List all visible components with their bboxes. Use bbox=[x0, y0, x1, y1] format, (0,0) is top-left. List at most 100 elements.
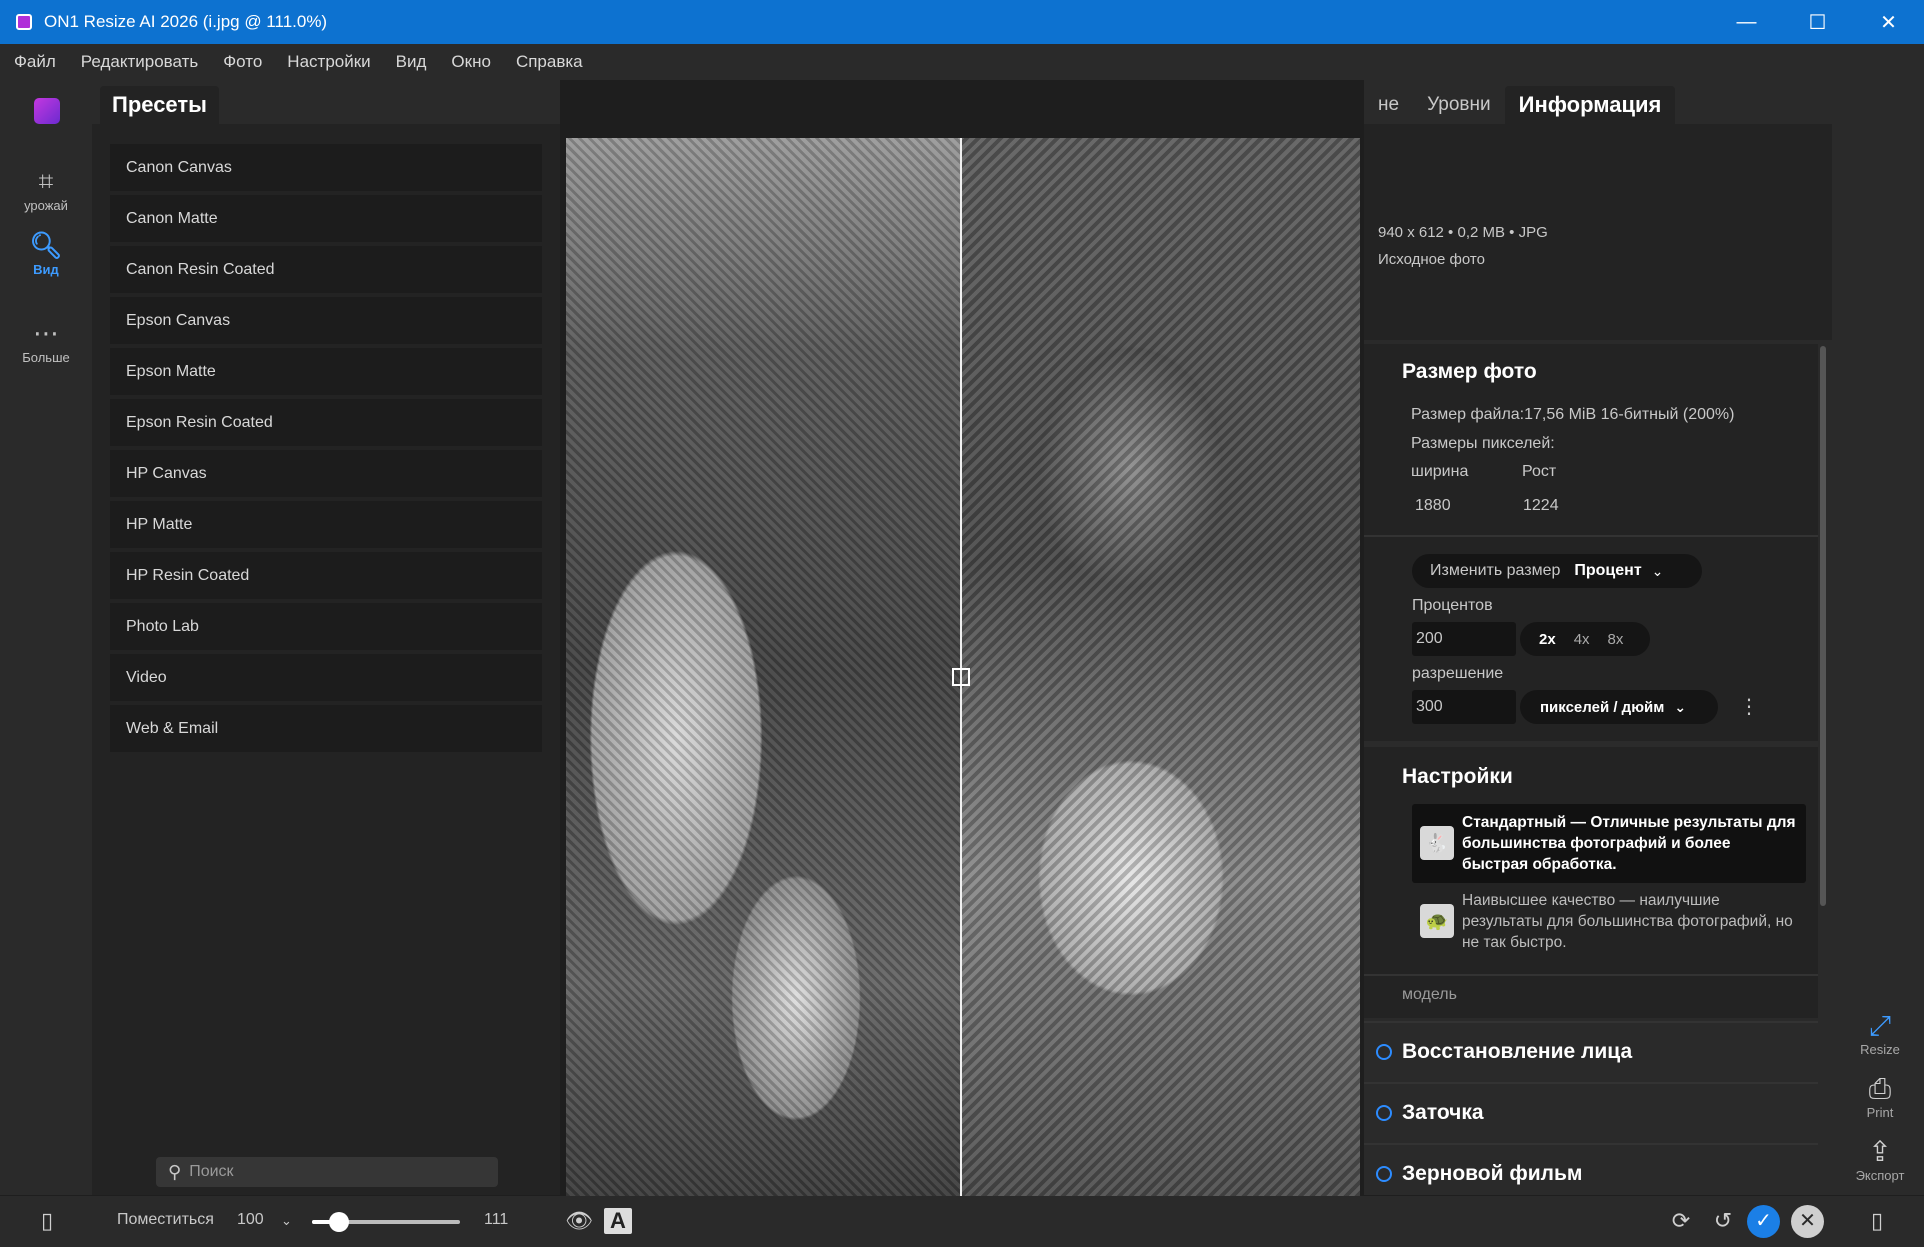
sharpening-section[interactable]: Заточка bbox=[1364, 1082, 1818, 1142]
resized-photo-half bbox=[961, 138, 1360, 1196]
undo-icon[interactable]: ↺ bbox=[1708, 1206, 1738, 1236]
resize-module[interactable]: ⤢ Resize bbox=[1836, 1010, 1924, 1057]
minimize-button[interactable]: — bbox=[1711, 0, 1782, 44]
resize-mode-dropdown[interactable]: Изменить размер Процент ⌄ bbox=[1412, 554, 1702, 588]
multiplier-2x[interactable]: 2x bbox=[1539, 631, 1556, 648]
scrollbar-thumb[interactable] bbox=[1820, 346, 1826, 906]
multiplier-8x[interactable]: 8x bbox=[1608, 631, 1624, 648]
more-options-icon[interactable]: ⋮ bbox=[1739, 694, 1759, 719]
standard-mode-option[interactable]: 🐇 Стандартный — Отличные результаты для … bbox=[1412, 804, 1806, 883]
rabbit-icon: 🐇 bbox=[1420, 826, 1454, 860]
preset-item[interactable]: Canon Resin Coated bbox=[110, 246, 542, 293]
view-tool[interactable]: 🔍︎ Вид bbox=[0, 230, 92, 277]
preset-item[interactable]: Epson Matte bbox=[110, 348, 542, 395]
image-source: Исходное фото bbox=[1378, 251, 1485, 268]
image-canvas[interactable] bbox=[566, 138, 1360, 1196]
resolution-input[interactable]: 300 bbox=[1412, 690, 1516, 724]
eye-preview-icon[interactable]: 👁 bbox=[564, 1206, 594, 1236]
export-icon: ⇪ bbox=[1868, 1136, 1892, 1167]
toggle-circle-icon[interactable] bbox=[1376, 1166, 1392, 1182]
close-window-button[interactable]: ✕ bbox=[1853, 0, 1924, 44]
multiplier-4x[interactable]: 4x bbox=[1574, 631, 1590, 648]
title-bar: ON1 Resize AI 2026 (i.jpg @ 111.0%) — ☐ … bbox=[0, 0, 1924, 44]
resolution-unit-value: пикселей / дюйм bbox=[1540, 698, 1665, 716]
menu-photo[interactable]: Фото bbox=[223, 52, 262, 72]
file-size-text: Размер файла:17,56 MiB 16-битный (200%) bbox=[1411, 406, 1735, 423]
tab-navigator[interactable]: не bbox=[1364, 86, 1413, 124]
menu-help[interactable]: Справка bbox=[516, 52, 583, 72]
fit-button[interactable]: Поместиться bbox=[117, 1211, 214, 1229]
module-rail: ⤢ Resize ⎙ Print ⇪ Экспорт bbox=[1836, 80, 1924, 1195]
film-grain-label: Зерновой фильм bbox=[1402, 1162, 1583, 1185]
face-recovery-section[interactable]: Восстановление лица bbox=[1364, 1021, 1818, 1081]
preset-item[interactable]: HP Canvas bbox=[110, 450, 542, 497]
presets-tab[interactable]: Пресеты bbox=[100, 86, 219, 124]
presets-box: Canon Canvas Canon Matte Canon Resin Coa… bbox=[92, 124, 560, 1195]
preset-item[interactable]: Epson Canvas bbox=[110, 297, 542, 344]
model-label: модель bbox=[1402, 986, 1457, 1003]
print-module[interactable]: ⎙ Print bbox=[1836, 1073, 1924, 1120]
print-module-label: Print bbox=[1866, 1105, 1894, 1120]
menu-window[interactable]: Окно bbox=[451, 52, 491, 72]
toggle-right-panel-icon[interactable]: ▯ bbox=[1862, 1206, 1892, 1236]
comparison-split-line[interactable] bbox=[960, 138, 962, 1196]
split-handle[interactable] bbox=[952, 668, 970, 686]
toggle-circle-icon[interactable] bbox=[1376, 1105, 1392, 1121]
chevron-down-icon: ⌄ bbox=[1674, 698, 1687, 715]
crop-icon: ⌗ bbox=[38, 166, 54, 196]
bottom-bar: ▯ Поместиться 100 ⌄ 111 👁 A ⟳ ↺ ✓ ✕ ▯ bbox=[0, 1196, 1924, 1247]
preset-search-input[interactable]: ⚲ Поиск bbox=[156, 1157, 498, 1187]
film-grain-section[interactable]: Зерновой фильм bbox=[1364, 1143, 1818, 1203]
percent-label: Процентов bbox=[1412, 597, 1493, 614]
preset-item[interactable]: Epson Resin Coated bbox=[110, 399, 542, 446]
highest-quality-option[interactable]: 🐢 Наивысшее качество — наилучшие результ… bbox=[1412, 882, 1806, 961]
tab-levels[interactable]: Уровни bbox=[1413, 86, 1505, 124]
window-title: ON1 Resize AI 2026 (i.jpg @ 111.0%) bbox=[44, 12, 328, 31]
printer-icon: ⎙ bbox=[1868, 1073, 1892, 1104]
zoom-slider-knob[interactable] bbox=[328, 1212, 349, 1232]
export-module-label: Экспорт bbox=[1855, 1168, 1905, 1183]
multiplier-group: 2x 4x 8x bbox=[1520, 622, 1650, 656]
resize-logo-icon bbox=[34, 98, 60, 124]
panel-scrollbar[interactable] bbox=[1818, 344, 1828, 906]
compare-icon[interactable]: A bbox=[604, 1208, 632, 1234]
window-controls: — ☐ ✕ bbox=[1711, 0, 1924, 44]
preset-item[interactable]: Video bbox=[110, 654, 542, 701]
preset-item[interactable]: HP Resin Coated bbox=[110, 552, 542, 599]
preset-item[interactable]: Canon Matte bbox=[110, 195, 542, 242]
app-icon bbox=[16, 14, 32, 30]
zoom-preset-value[interactable]: 100 bbox=[237, 1211, 264, 1229]
export-module[interactable]: ⇪ Экспорт bbox=[1836, 1136, 1924, 1183]
turtle-icon: 🐢 bbox=[1420, 904, 1454, 938]
zoom-value: 111 bbox=[484, 1211, 509, 1228]
menu-file[interactable]: Файл bbox=[14, 52, 56, 72]
menu-view[interactable]: Вид bbox=[396, 52, 427, 72]
menu-settings[interactable]: Настройки bbox=[287, 52, 370, 72]
resolution-unit-dropdown[interactable]: пикселей / дюйм ⌄ bbox=[1520, 690, 1718, 724]
resize-mode-value: Процент bbox=[1574, 562, 1642, 579]
toggle-left-panel-icon[interactable]: ▯ bbox=[32, 1206, 62, 1236]
resize-icon: ⤢ bbox=[1868, 1010, 1892, 1041]
percent-input[interactable]: 200 bbox=[1412, 622, 1516, 656]
zoom-slider[interactable] bbox=[312, 1212, 460, 1232]
crop-tool[interactable]: ⌗ урожай bbox=[0, 166, 92, 213]
cancel-button[interactable]: ✕ bbox=[1791, 1205, 1824, 1238]
toggle-circle-icon[interactable] bbox=[1376, 1044, 1392, 1060]
more-icon: ⋯ bbox=[33, 318, 59, 348]
maximize-button[interactable]: ☐ bbox=[1782, 0, 1853, 44]
preset-item[interactable]: HP Matte bbox=[110, 501, 542, 548]
preset-item[interactable]: Photo Lab bbox=[110, 603, 542, 650]
face-recovery-label: Восстановление лица bbox=[1402, 1040, 1633, 1063]
chevron-down-icon[interactable]: ⌄ bbox=[281, 1213, 292, 1229]
original-photo-half bbox=[566, 138, 961, 1196]
tab-info[interactable]: Информация bbox=[1504, 86, 1676, 124]
sync-icon[interactable]: ⟳ bbox=[1666, 1206, 1696, 1236]
more-tool[interactable]: ⋯ Больше bbox=[0, 318, 92, 365]
apply-button[interactable]: ✓ bbox=[1747, 1205, 1780, 1238]
preset-item[interactable]: Canon Canvas bbox=[110, 144, 542, 191]
preset-item[interactable]: Web & Email bbox=[110, 705, 542, 752]
height-label: Рост bbox=[1522, 463, 1557, 480]
menu-edit[interactable]: Редактировать bbox=[81, 52, 198, 72]
more-tool-label: Больше bbox=[22, 350, 70, 365]
divider bbox=[1364, 741, 1818, 747]
